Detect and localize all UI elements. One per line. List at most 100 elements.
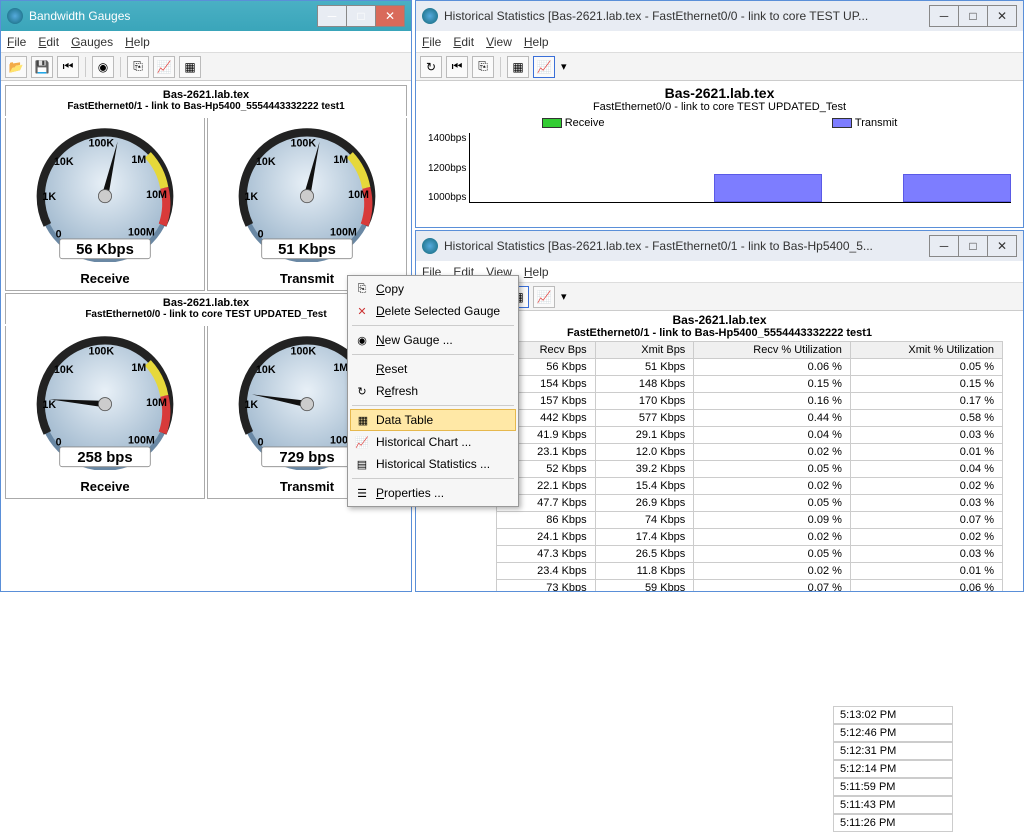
chart-icon[interactable]: 📈 <box>533 56 555 78</box>
table-row[interactable]: 23.4 Kbps11.8 Kbps0.02 %0.01 % <box>497 563 1003 580</box>
table-icon[interactable]: ▦ <box>179 56 201 78</box>
ctx-properties[interactable]: ☰Properties ... <box>350 482 516 504</box>
gauge-transmit[interactable]: 0 1K 10K 100K 1M 10M 100M 51 Kbps Transm… <box>207 118 407 291</box>
col-recv-util[interactable]: Recv % Utilization <box>694 342 851 359</box>
svg-text:10M: 10M <box>348 189 369 201</box>
gauge-header: Bas-2621.lab.tex <box>6 89 406 101</box>
svg-text:10K: 10K <box>54 156 74 168</box>
table-row[interactable]: 86 Kbps74 Kbps0.09 %0.07 % <box>497 512 1003 529</box>
menu-file[interactable]: File <box>422 35 441 49</box>
copy-icon[interactable]: ⎘ <box>127 56 149 78</box>
svg-text:258 bps: 258 bps <box>77 450 132 466</box>
menu-gauges[interactable]: Gauges <box>71 35 113 49</box>
svg-text:100K: 100K <box>89 138 115 150</box>
chart-dropdown-icon[interactable]: ▾ <box>559 290 567 303</box>
menu-edit[interactable]: Edit <box>453 35 474 49</box>
svg-text:1K: 1K <box>42 191 56 203</box>
chart-dropdown-icon[interactable]: ▾ <box>559 60 567 73</box>
table-row[interactable]: 24.1 Kbps17.4 Kbps0.02 %0.02 % <box>497 529 1003 546</box>
menu-edit[interactable]: Edit <box>38 35 59 49</box>
app-icon <box>422 238 438 254</box>
table-row[interactable]: 56 Kbps51 Kbps0.06 %0.05 % <box>497 359 1003 376</box>
close-button[interactable]: ✕ <box>375 5 405 27</box>
svg-text:100M: 100M <box>330 227 357 239</box>
ctx-copy[interactable]: ⎘Copy <box>350 278 516 300</box>
table-row[interactable]: 154 Kbps148 Kbps0.15 %0.15 % <box>497 376 1003 393</box>
minimize-button[interactable]: ─ <box>929 5 959 27</box>
col-xmit-util[interactable]: Xmit % Utilization <box>850 342 1002 359</box>
svg-text:0: 0 <box>258 436 264 448</box>
refresh-icon: ↻ <box>354 383 370 399</box>
close-button[interactable]: ✕ <box>987 235 1017 257</box>
table-icon: ▦ <box>355 412 371 428</box>
table-row[interactable]: 52 Kbps39.2 Kbps0.05 %0.04 % <box>497 461 1003 478</box>
minimize-button[interactable]: ─ <box>929 235 959 257</box>
legend-receive: Receive <box>542 117 605 129</box>
rewind-icon[interactable]: ⏮ <box>446 56 468 78</box>
col-xmit-bps[interactable]: Xmit Bps <box>595 342 694 359</box>
table-row[interactable]: 41.9 Kbps29.1 Kbps0.04 %0.03 % <box>497 427 1003 444</box>
svg-text:1K: 1K <box>42 399 56 411</box>
svg-text:1K: 1K <box>244 191 258 203</box>
refresh-icon[interactable]: ↻ <box>420 56 442 78</box>
menu-help[interactable]: Help <box>524 265 549 279</box>
gauge-receive[interactable]: 0 1K 10K 100K 1M 10M 100M 56 Kbps Receiv… <box>5 118 205 291</box>
svg-text:10M: 10M <box>146 397 167 409</box>
ctx-reset[interactable]: Reset <box>350 358 516 380</box>
app-icon <box>422 8 438 24</box>
maximize-button[interactable]: □ <box>958 235 988 257</box>
menu-view[interactable]: View <box>486 35 512 49</box>
minimize-button[interactable]: ─ <box>317 5 347 27</box>
gauge-side-label: Receive <box>10 479 200 494</box>
svg-text:10K: 10K <box>54 364 74 376</box>
chart-icon[interactable]: 📈 <box>533 286 555 308</box>
ctx-delete[interactable]: ✕Delete Selected Gauge <box>350 300 516 322</box>
table-row[interactable]: 157 Kbps170 Kbps0.16 %0.17 % <box>497 393 1003 410</box>
legend-transmit: Transmit <box>832 117 897 129</box>
svg-text:100K: 100K <box>291 138 317 150</box>
ctx-new-gauge[interactable]: ◉New Gauge ... <box>350 329 516 351</box>
maximize-button[interactable]: □ <box>958 5 988 27</box>
ctx-data-table[interactable]: ▦Data Table <box>350 409 516 431</box>
window-title: Historical Statistics [Bas-2621.lab.tex … <box>444 9 930 23</box>
svg-text:51 Kbps: 51 Kbps <box>278 242 336 258</box>
table-row[interactable]: 73 Kbps59 Kbps0.07 %0.06 % <box>497 580 1003 592</box>
table-row[interactable]: 47.3 Kbps26.5 Kbps0.05 %0.03 % <box>497 546 1003 563</box>
maximize-button[interactable]: □ <box>346 5 376 27</box>
svg-text:56 Kbps: 56 Kbps <box>76 242 134 258</box>
svg-text:100K: 100K <box>291 346 317 358</box>
table-row[interactable]: 23.1 Kbps12.0 Kbps0.02 %0.01 % <box>497 444 1003 461</box>
table-icon[interactable]: ▦ <box>507 56 529 78</box>
separator <box>352 478 514 479</box>
svg-text:1K: 1K <box>244 399 258 411</box>
menu-file[interactable]: File <box>7 35 26 49</box>
svg-text:10M: 10M <box>146 189 167 201</box>
save-icon[interactable]: 💾 <box>31 56 53 78</box>
svg-text:10K: 10K <box>256 156 276 168</box>
svg-text:0: 0 <box>56 228 62 240</box>
gauge-receive[interactable]: 0 1K 10K 100K 1M 10M 100M 258 bps Receiv… <box>5 326 205 499</box>
menu-help[interactable]: Help <box>524 35 549 49</box>
copy-icon[interactable]: ⎘ <box>472 56 494 78</box>
copy-icon: ⎘ <box>354 281 370 297</box>
svg-text:1M: 1M <box>131 154 146 166</box>
gauge-side-label: Receive <box>10 271 200 286</box>
svg-text:0: 0 <box>56 436 62 448</box>
properties-icon: ☰ <box>354 485 370 501</box>
table-row[interactable]: 47.7 Kbps26.9 Kbps0.05 %0.03 % <box>497 495 1003 512</box>
table-row[interactable]: 442 Kbps577 Kbps0.44 %0.58 % <box>497 410 1003 427</box>
ctx-historical-chart[interactable]: 📈Historical Chart ... <box>350 431 516 453</box>
menu-help[interactable]: Help <box>125 35 150 49</box>
open-icon[interactable]: 📂 <box>5 56 27 78</box>
overview-icon[interactable]: ◉ <box>92 56 114 78</box>
rewind-icon[interactable]: ⏮ <box>57 56 79 78</box>
ytick: 1400bps <box>428 133 466 144</box>
gauge-icon: ◉ <box>354 332 370 348</box>
close-button[interactable]: ✕ <box>987 5 1017 27</box>
table-row[interactable]: 22.1 Kbps15.4 Kbps0.02 %0.02 % <box>497 478 1003 495</box>
ctx-refresh[interactable]: ↻Refresh <box>350 380 516 402</box>
gauge-subheader: FastEthernet0/1 - link to Bas-Hp5400_555… <box>6 101 406 112</box>
chart-icon[interactable]: 📈 <box>153 56 175 78</box>
separator <box>352 354 514 355</box>
ctx-historical-stats[interactable]: ▤Historical Statistics ... <box>350 453 516 475</box>
